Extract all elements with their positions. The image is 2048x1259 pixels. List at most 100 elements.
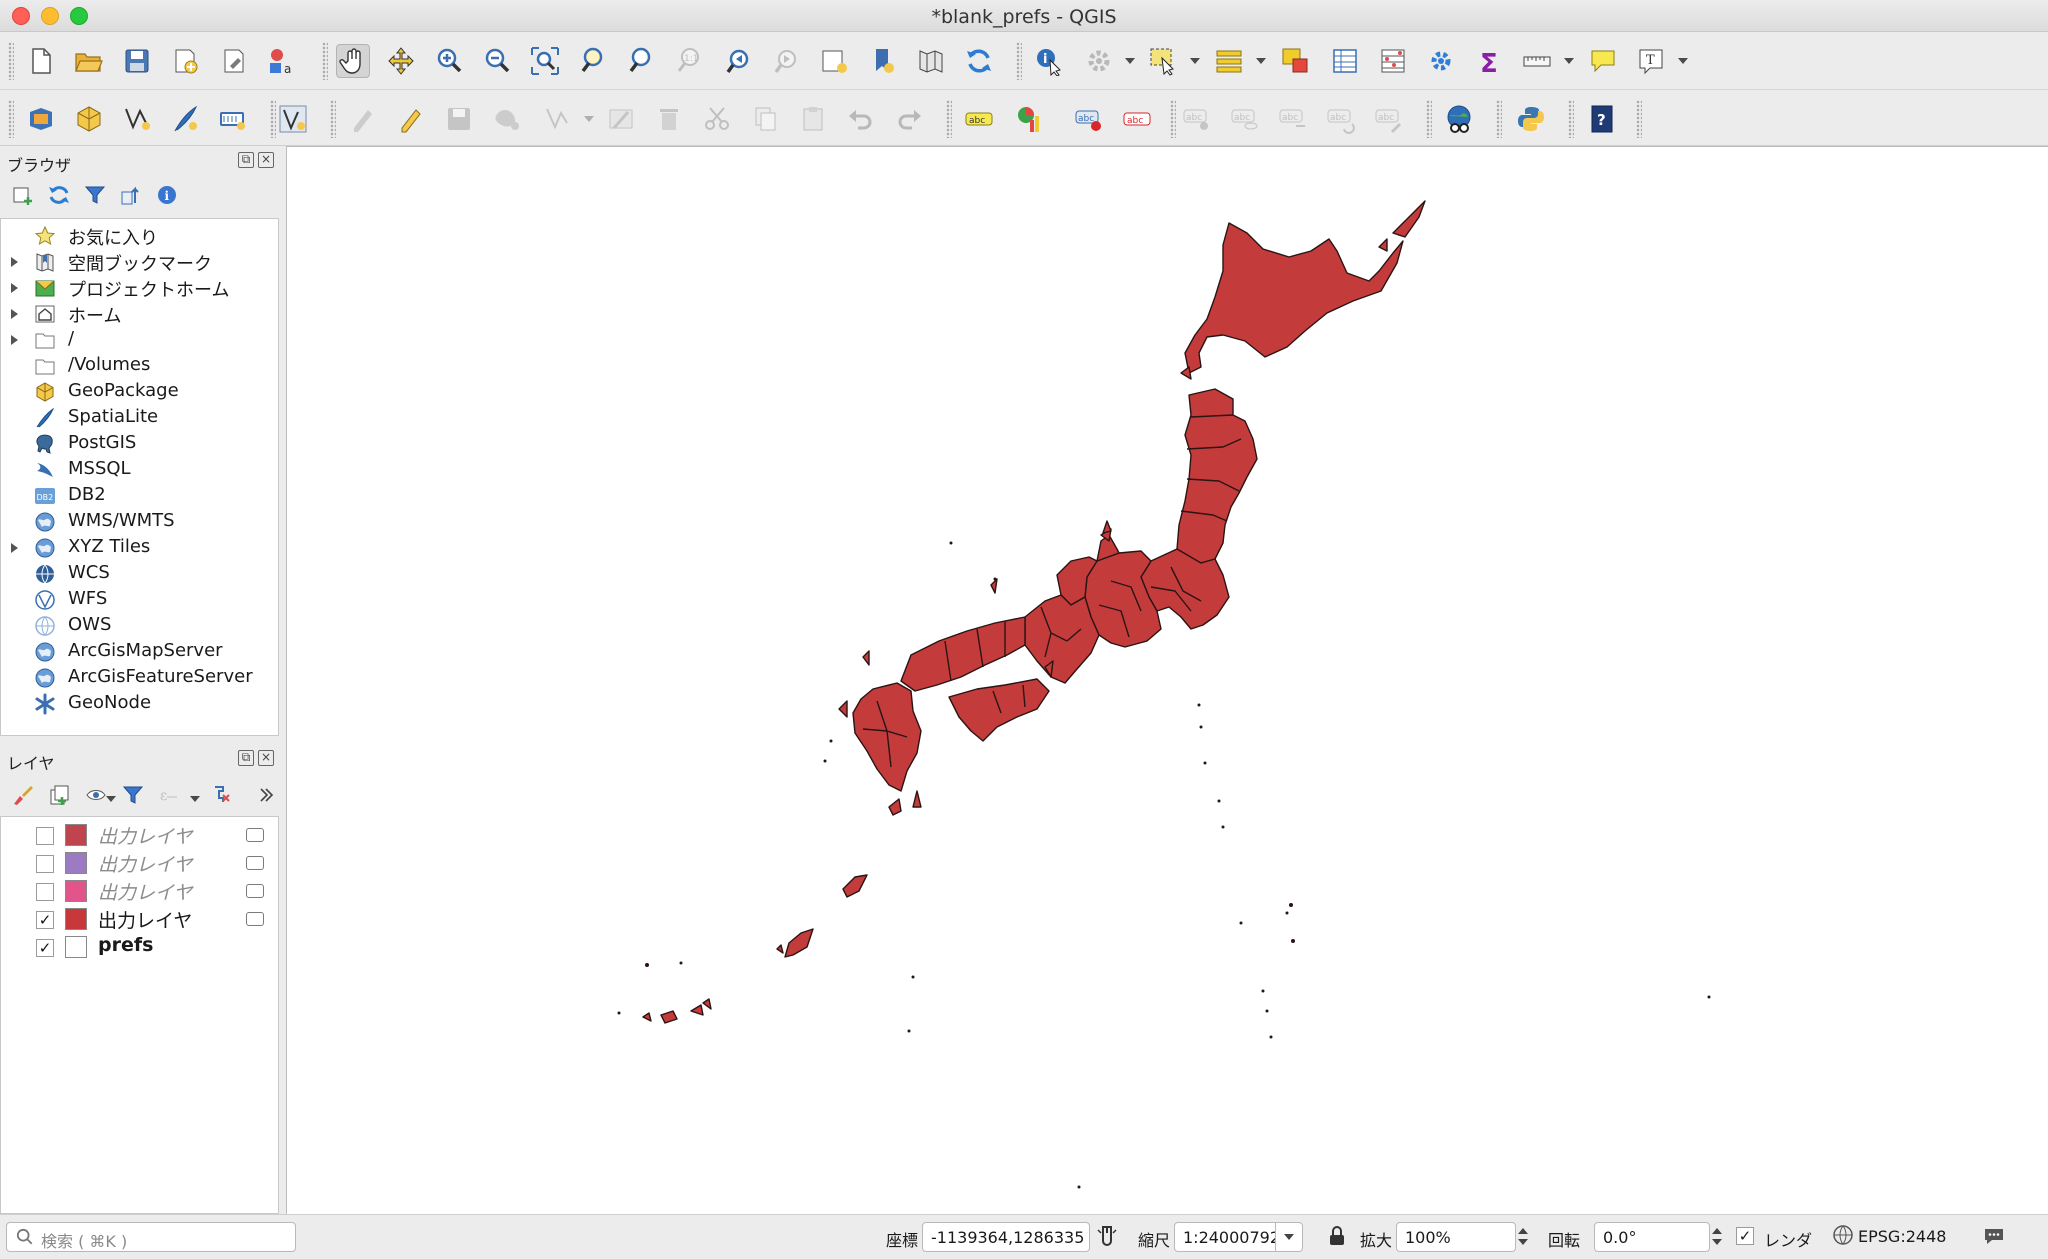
- toolbar-grip[interactable]: [1170, 100, 1176, 138]
- layer-row[interactable]: ✓ 出力レイヤ: [1, 905, 271, 933]
- vertex-tool-icon[interactable]: [276, 102, 310, 136]
- layer-visibility-checkbox[interactable]: [36, 827, 54, 845]
- enable-properties-icon[interactable]: i: [154, 182, 180, 208]
- pan-to-selection-icon[interactable]: [384, 44, 418, 78]
- layer-row[interactable]: 出力レイヤ: [1, 877, 271, 905]
- zoom-to-layer-icon[interactable]: [624, 44, 658, 78]
- refresh-browser-icon[interactable]: [46, 182, 72, 208]
- browser-item-project-home[interactable]: プロジェクトホーム: [1, 275, 271, 301]
- save-edits-icon[interactable]: [442, 102, 476, 136]
- pan-map-icon[interactable]: [336, 44, 370, 78]
- expand-all-icon[interactable]: [252, 782, 278, 808]
- zoom-next-icon[interactable]: [770, 44, 804, 78]
- browser-item-wfs[interactable]: WFS: [1, 587, 271, 613]
- crs-button[interactable]: EPSG:2448: [1858, 1227, 1946, 1246]
- coordinate-field[interactable]: -1139364,1286335: [922, 1222, 1090, 1252]
- pin-labels-icon[interactable]: abc: [1120, 102, 1154, 136]
- browser-item-arcgis-feature-server[interactable]: ArcGisFeatureServer: [1, 665, 271, 691]
- browser-item-spatial-bookmarks[interactable]: 空間ブックマーク: [1, 249, 271, 275]
- browser-item-mssql[interactable]: MSSQL: [1, 457, 271, 483]
- browser-item-root[interactable]: /: [1, 327, 271, 353]
- change-label-icon[interactable]: abc: [1324, 102, 1358, 136]
- remove-layer-icon[interactable]: [210, 782, 236, 808]
- float-panel-icon[interactable]: ⧉: [238, 152, 254, 168]
- browser-item-geopackage[interactable]: GeoPackage: [1, 379, 271, 405]
- run-action-dropdown[interactable]: [1125, 58, 1135, 64]
- zoom-to-selection-icon[interactable]: [576, 44, 610, 78]
- expand-arrow-icon[interactable]: [11, 309, 18, 319]
- data-source-manager-icon[interactable]: [24, 102, 58, 136]
- visibility-dropdown[interactable]: [106, 796, 116, 802]
- manage-visibility-icon[interactable]: [84, 782, 110, 808]
- collapse-all-icon[interactable]: [118, 182, 144, 208]
- digitize-icon[interactable]: [120, 102, 154, 136]
- new-map-view-icon[interactable]: [818, 44, 852, 78]
- layer-visibility-checkbox[interactable]: ✓: [36, 911, 54, 929]
- run-action-icon[interactable]: [1082, 44, 1116, 78]
- toolbar-grip[interactable]: [946, 100, 952, 138]
- memory-layer-icon[interactable]: [246, 856, 264, 870]
- layer-symbol-swatch[interactable]: [65, 936, 87, 958]
- undo-icon[interactable]: [844, 102, 878, 136]
- layer-visibility-checkbox[interactable]: [36, 855, 54, 873]
- browser-item-home[interactable]: ホーム: [1, 301, 271, 327]
- scale-dropdown[interactable]: [1275, 1222, 1303, 1252]
- layer-symbol-swatch[interactable]: [65, 824, 87, 846]
- vertex-edit-icon[interactable]: [540, 102, 574, 136]
- cut-features-icon[interactable]: [700, 102, 734, 136]
- browser-item-favorites[interactable]: お気に入り: [1, 223, 271, 249]
- vertex-edit-dropdown[interactable]: [584, 116, 594, 122]
- rotation-field[interactable]: 0.0°: [1594, 1222, 1710, 1252]
- new-print-layout-icon[interactable]: [168, 44, 202, 78]
- toolbar-grip[interactable]: [1016, 42, 1022, 80]
- zoom-last-icon[interactable]: [722, 44, 756, 78]
- new-spatialite-layer-icon[interactable]: [168, 102, 202, 136]
- browser-item-geonode[interactable]: GeoNode: [1, 691, 271, 717]
- select-by-value-icon[interactable]: [1212, 44, 1246, 78]
- toggle-editing-icon[interactable]: [394, 102, 428, 136]
- diagram-tool-icon[interactable]: [1012, 102, 1046, 136]
- expand-arrow-icon[interactable]: [11, 335, 18, 345]
- deselect-icon[interactable]: [1278, 44, 1312, 78]
- add-selected-layers-icon[interactable]: [10, 182, 36, 208]
- new-bookmark-icon[interactable]: [866, 44, 900, 78]
- map-tips-icon[interactable]: [1586, 44, 1620, 78]
- layer-symbol-swatch[interactable]: [65, 852, 87, 874]
- redo-icon[interactable]: [892, 102, 926, 136]
- attribute-table-icon[interactable]: [1328, 44, 1362, 78]
- highlight-labels-icon[interactable]: abc: [1072, 102, 1106, 136]
- field-calculator-icon[interactable]: Σ: [1472, 44, 1506, 78]
- locator-search-input[interactable]: 検索 ( ⌘K ): [6, 1222, 296, 1252]
- zoom-in-icon[interactable]: [432, 44, 466, 78]
- layer-symbol-swatch[interactable]: [65, 880, 87, 902]
- show-bookmarks-icon[interactable]: [914, 44, 948, 78]
- browser-item-ows[interactable]: OWS: [1, 613, 271, 639]
- label-properties-icon[interactable]: abc: [1372, 102, 1406, 136]
- open-project-icon[interactable]: [71, 44, 105, 78]
- filter-browser-icon[interactable]: [82, 182, 108, 208]
- toolbar-grip[interactable]: [1568, 100, 1574, 138]
- style-panel-icon[interactable]: [10, 782, 36, 808]
- zoom-native-icon[interactable]: 1:1: [672, 44, 706, 78]
- close-panel-icon[interactable]: ×: [258, 750, 274, 766]
- annotation-dropdown[interactable]: [1678, 58, 1688, 64]
- lock-scale-icon[interactable]: [1325, 1224, 1349, 1248]
- label-tool-icon[interactable]: abc: [962, 102, 996, 136]
- style-manager-icon[interactable]: a: [265, 44, 299, 78]
- browser-item-postgis[interactable]: PostGIS: [1, 431, 271, 457]
- statistics-icon[interactable]: [1376, 44, 1410, 78]
- save-project-icon[interactable]: [120, 44, 154, 78]
- zoom-full-icon[interactable]: [528, 44, 562, 78]
- delete-selected-icon[interactable]: [652, 102, 686, 136]
- select-features-icon[interactable]: [1146, 44, 1180, 78]
- text-annotation-icon[interactable]: T: [1634, 44, 1668, 78]
- map-canvas[interactable]: [286, 146, 2048, 1214]
- browser-item-volumes[interactable]: /Volumes: [1, 353, 271, 379]
- plugin-globe-icon[interactable]: [1442, 102, 1476, 136]
- help-icon[interactable]: ?: [1585, 102, 1619, 136]
- message-log-icon[interactable]: [1982, 1224, 2006, 1248]
- toolbar-grip[interactable]: [330, 100, 336, 138]
- refresh-icon[interactable]: [962, 44, 996, 78]
- browser-item-spatialite[interactable]: SpatiaLite: [1, 405, 271, 431]
- new-project-icon[interactable]: [24, 44, 58, 78]
